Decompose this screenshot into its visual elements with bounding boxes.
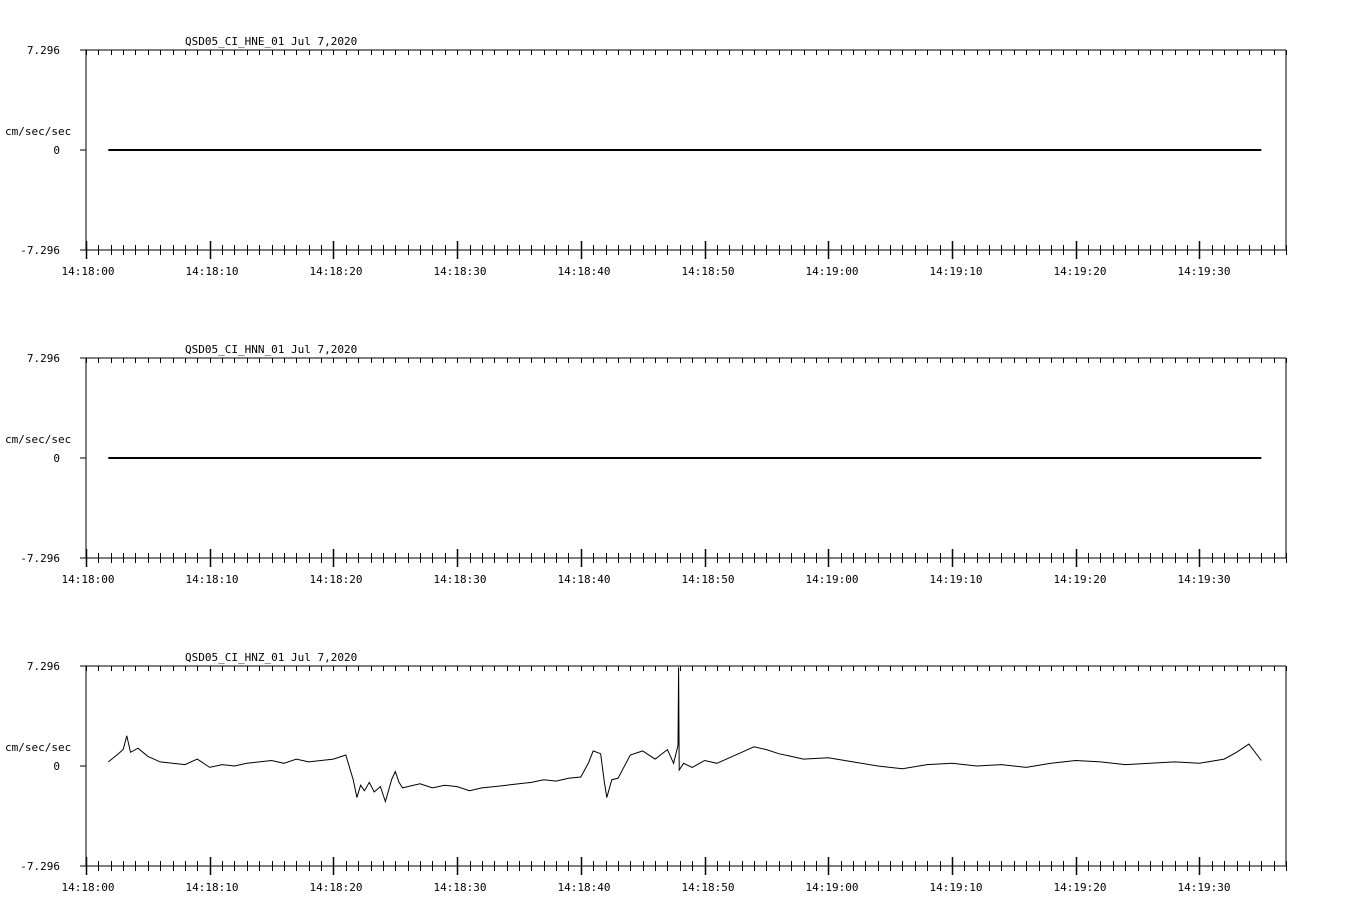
panel-title: QSD05_CI_HNE_01 Jul 7,2020 xyxy=(185,35,357,48)
seismogram-figure: QSD05_CI_HNE_01 Jul 7,2020 7.296 0 -7.296 cm… xyxy=(5,35,1287,894)
y-tick-label: 0 xyxy=(53,144,60,157)
x-tick-label: 14:19:00 xyxy=(806,265,859,278)
y-tick-label: 0 xyxy=(53,452,60,465)
y-tick-label: -7.296 xyxy=(20,244,60,257)
x-tick-label: 14:19:20 xyxy=(1054,881,1107,894)
x-tick-label: 14:19:10 xyxy=(930,265,983,278)
x-tick-label: 14:18:10 xyxy=(186,881,239,894)
y-tick-label: 0 xyxy=(53,760,60,773)
x-tick-label: 14:19:00 xyxy=(806,881,859,894)
y-tick-label: 7.296 xyxy=(27,44,60,57)
x-tick-label: 14:18:10 xyxy=(186,265,239,278)
x-tick-label: 14:18:30 xyxy=(434,881,487,894)
x-tick-label: 14:18:50 xyxy=(682,881,735,894)
x-tick-label: 14:18:00 xyxy=(62,881,115,894)
y-tick-label: -7.296 xyxy=(20,860,60,873)
x-tick-label: 14:19:20 xyxy=(1054,265,1107,278)
y-tick-label: 7.296 xyxy=(27,660,60,673)
panel-2: QSD05_CI_HNN_01 Jul 7,2020 7.296 0 -7.296 cm… xyxy=(5,343,1287,586)
x-tick-label: 14:19:30 xyxy=(1178,881,1231,894)
x-tick-label: 14:18:40 xyxy=(558,265,611,278)
x-tick-label: 14:18:30 xyxy=(434,265,487,278)
x-tick-label: 14:18:00 xyxy=(62,573,115,586)
x-tick-label: 14:19:10 xyxy=(930,573,983,586)
x-tick-label: 14:18:40 xyxy=(558,881,611,894)
x-tick-label: 14:19:30 xyxy=(1178,573,1231,586)
y-tick-label: 7.296 xyxy=(27,352,60,365)
panel-title: QSD05_CI_HNN_01 Jul 7,2020 xyxy=(185,343,357,356)
trace-line xyxy=(107,667,1262,804)
x-tick-label: 14:18:00 xyxy=(62,265,115,278)
x-tick-label: 14:18:10 xyxy=(186,573,239,586)
x-tick-label: 14:19:20 xyxy=(1054,573,1107,586)
x-tick-label: 14:19:30 xyxy=(1178,265,1231,278)
x-tick-label: 14:18:20 xyxy=(310,265,363,278)
panel-title: QSD05_CI_HNZ_01 Jul 7,2020 xyxy=(185,651,357,664)
x-tick-label: 14:18:30 xyxy=(434,573,487,586)
x-tick-label: 14:18:40 xyxy=(558,573,611,586)
y-tick-label: -7.296 xyxy=(20,552,60,565)
panel-1: QSD05_CI_HNE_01 Jul 7,2020 7.296 0 -7.296 cm… xyxy=(5,35,1287,278)
x-tick-label: 14:18:20 xyxy=(310,881,363,894)
y-axis-label: cm/sec/sec xyxy=(5,125,71,138)
x-tick-label: 14:19:10 xyxy=(930,881,983,894)
x-tick-label: 14:18:50 xyxy=(682,573,735,586)
y-axis-label: cm/sec/sec xyxy=(5,741,71,754)
x-tick-label: 14:18:50 xyxy=(682,265,735,278)
y-axis-label: cm/sec/sec xyxy=(5,433,71,446)
x-tick-label: 14:18:20 xyxy=(310,573,363,586)
panel-3: QSD05_CI_HNZ_01 Jul 7,2020 7.296 0 -7.296 cm… xyxy=(5,651,1287,894)
x-tick-label: 14:19:00 xyxy=(806,573,859,586)
